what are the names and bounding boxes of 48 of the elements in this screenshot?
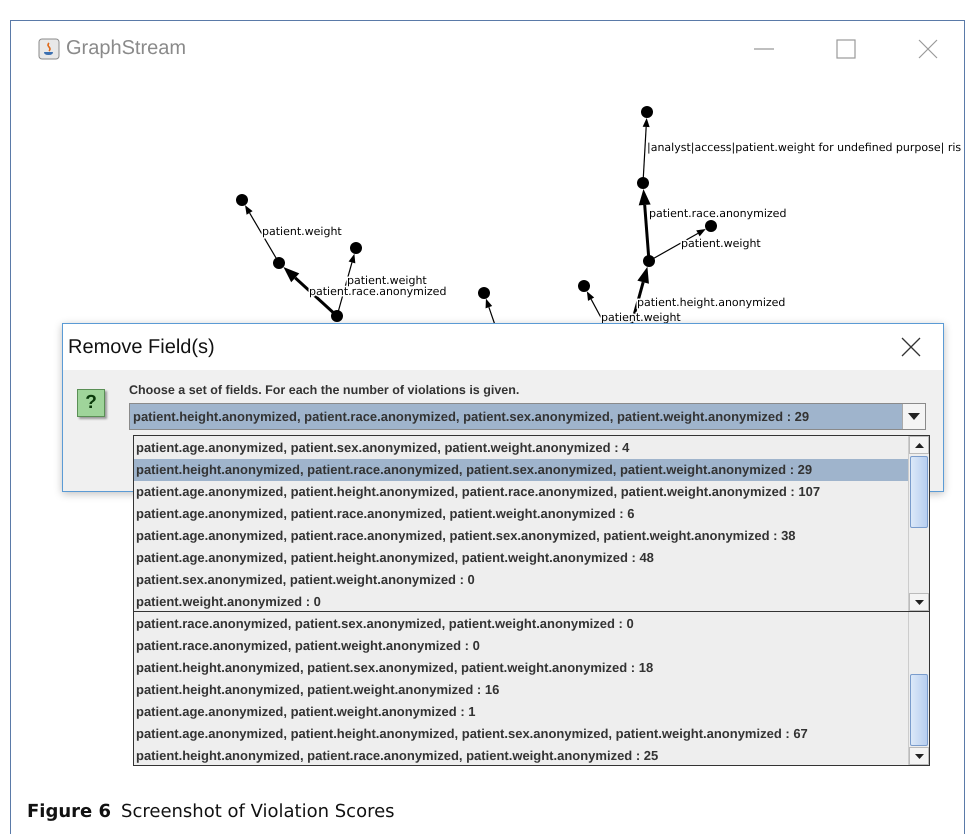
figure-caption: Screenshot of Violation Scores (121, 801, 395, 822)
scroll-thumb[interactable] (910, 456, 928, 528)
list-item[interactable]: patient.age.anonymized, patient.height.anonymized, patient.sex.anonymized, patient.weight.anonymized : 67 (134, 723, 908, 745)
edge-label: patient.weight (681, 237, 761, 250)
list-item[interactable]: patient.age.anonymized, patient.sex.anonymized, patient.weight.anonymized : 4 (134, 437, 908, 459)
graph-node[interactable] (643, 255, 655, 267)
graph-node[interactable] (578, 280, 590, 292)
list-item[interactable]: patient.sex.anonymized, patient.weight.anonymized : 0 (134, 569, 908, 591)
list-item[interactable]: patient.height.anonymized, patient.weight.anonymized : 16 (134, 679, 908, 701)
list-item[interactable]: patient.age.anonymized, patient.height.anonymized, patient.weight.anonymized : 48 (134, 547, 908, 569)
dialog-message: Choose a set of fields. For each the number of violations is given. (129, 383, 520, 397)
edge-label: patient.weight (262, 225, 342, 238)
list-item[interactable]: patient.age.anonymized, patient.weight.anonymized : 1 (134, 701, 908, 723)
edge-label: patient.weight (347, 274, 427, 287)
list-item[interactable]: patient.height.anonymized, patient.sex.anonymized, patient.weight.anonymized : 18 (134, 657, 908, 679)
close-icon[interactable] (901, 337, 921, 357)
caret-icon (908, 413, 920, 420)
scrollbar[interactable] (908, 612, 929, 765)
list-item[interactable]: patient.age.anonymized, patient.race.anonymized, patient.sex.anonymized, patient.weight.anonymized : 38 (134, 525, 908, 547)
graph-node[interactable] (331, 310, 343, 322)
graph-node[interactable] (478, 287, 490, 299)
graph-node[interactable] (273, 257, 285, 269)
scroll-down-icon[interactable] (914, 754, 924, 758)
edge-label: patient.race.anonymized (649, 207, 786, 220)
window-title: GraphStream (66, 37, 188, 60)
app-icon (38, 38, 60, 60)
graph-node[interactable] (637, 177, 649, 189)
scroll-up-icon[interactable] (914, 442, 924, 448)
list-item[interactable]: patient.race.anonymized, patient.weight.anonymized : 0 (134, 635, 908, 657)
scroll-down-icon[interactable] (914, 600, 924, 604)
graph-node[interactable] (350, 242, 362, 254)
edge-label: |analyst|access|patient.weight for undefined purpose| ris (647, 141, 962, 154)
list-item[interactable]: patient.height.anonymized, patient.race.anonymized, patient.weight.anonymized : 25 (134, 745, 908, 767)
graph-node[interactable] (705, 220, 717, 232)
list-item[interactable]: patient.weight.anonymized : 0 (134, 591, 908, 613)
dialog-title: Remove Field(s) (68, 336, 215, 358)
scroll-thumb[interactable] (910, 674, 928, 746)
graph-node[interactable] (236, 194, 248, 206)
list-item[interactable]: patient.height.anonymized, patient.race.anonymized, patient.sex.anonymized, patient.weight.anonymized : 29 (134, 459, 908, 481)
maximize-icon[interactable] (836, 38, 856, 58)
dropdown-button[interactable] (902, 404, 925, 429)
arrow (486, 298, 496, 326)
list-item[interactable]: patient.age.anonymized, patient.race.anonymized, patient.weight.anonymized : 6 (134, 503, 908, 525)
scrollbar[interactable] (908, 436, 929, 611)
list-item[interactable]: patient.age.anonymized, patient.height.anonymized, patient.race.anonymized, patient.weight.anonymized : 107 (134, 481, 908, 503)
figure-label: Figure 6 (27, 801, 112, 822)
question-icon: ? (77, 389, 105, 417)
list-item[interactable]: patient.race.anonymized, patient.sex.anonymized, patient.weight.anonymized : 0 (134, 613, 908, 635)
